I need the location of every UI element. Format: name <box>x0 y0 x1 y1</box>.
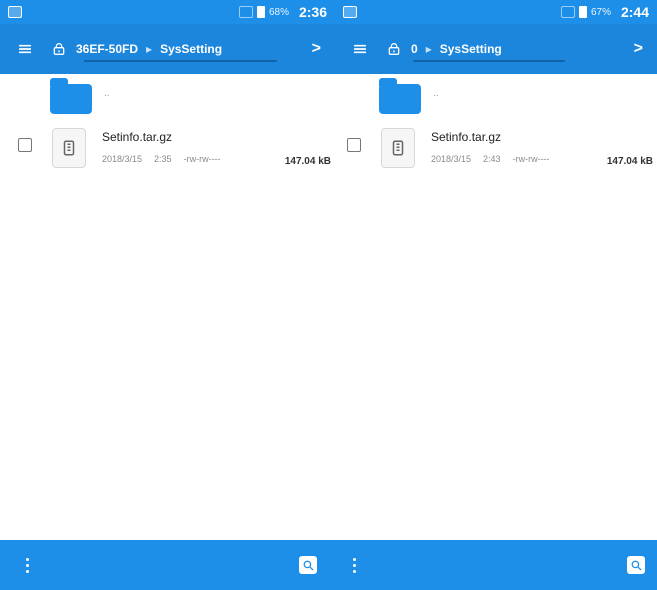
lock-icon[interactable] <box>42 41 76 57</box>
file-size: 147.04 kB <box>284 156 331 167</box>
battery-icon <box>256 6 265 18</box>
file-list: .. Setinfo.tar.gz 2018/3/15 2:35 -rw-rw-… <box>0 74 335 540</box>
top-toolbar: 36EF-50FD ▸ SysSetting > <box>0 24 335 74</box>
top-toolbar: 0 ▸ SysSetting > <box>335 24 657 74</box>
breadcrumb-current[interactable]: SysSetting <box>440 42 502 56</box>
notification-icon <box>8 6 22 18</box>
select-checkbox[interactable] <box>347 138 361 152</box>
battery-percent: 68% <box>268 6 289 18</box>
folder-icon[interactable] <box>50 78 92 114</box>
breadcrumb[interactable]: 36EF-50FD ▸ SysSetting <box>76 42 222 56</box>
file-list: .. Setinfo.tar.gz 2018/3/15 2:43 -rw-rw-… <box>335 74 657 540</box>
parent-folder-label[interactable]: .. <box>433 88 439 99</box>
list-item[interactable]: Setinfo.tar.gz 2018/3/15 2:35 -rw-rw----… <box>18 128 335 174</box>
more-options-icon[interactable] <box>353 557 356 573</box>
file-date: 2018/3/15 <box>431 154 472 164</box>
status-time: 2:44 <box>620 4 649 20</box>
file-manager-pane-right: 67% 2:44 0 ▸ SysSetting > .. Setinfo.tar… <box>335 0 657 590</box>
folder-icon[interactable] <box>379 78 421 114</box>
menu-icon[interactable] <box>8 41 42 57</box>
battery-icon <box>578 6 587 18</box>
search-icon[interactable] <box>299 556 317 574</box>
file-meta: 2018/3/15 2:35 -rw-rw---- <box>102 154 221 164</box>
next-breadcrumb-button[interactable]: > <box>312 24 321 74</box>
breadcrumb-separator: ▸ <box>146 42 153 56</box>
parent-folder-label[interactable]: .. <box>104 88 110 99</box>
file-permissions: -rw-rw---- <box>512 154 550 164</box>
archive-file-icon <box>52 128 86 168</box>
status-bar: 67% 2:44 <box>335 0 657 24</box>
status-time: 2:36 <box>298 4 327 20</box>
breadcrumb-underline <box>84 60 277 62</box>
bottom-bar <box>0 540 335 590</box>
file-name[interactable]: Setinfo.tar.gz <box>102 130 172 144</box>
breadcrumb[interactable]: 0 ▸ SysSetting <box>411 42 502 56</box>
menu-icon[interactable] <box>343 41 377 57</box>
list-item[interactable]: Setinfo.tar.gz 2018/3/15 2:43 -rw-rw----… <box>347 128 657 174</box>
file-meta: 2018/3/15 2:43 -rw-rw---- <box>431 154 550 164</box>
file-size: 147.04 kB <box>606 156 653 167</box>
more-options-icon[interactable] <box>26 557 29 573</box>
breadcrumb-separator: ▸ <box>425 42 432 56</box>
breadcrumb-root[interactable]: 36EF-50FD <box>76 42 138 56</box>
select-checkbox[interactable] <box>18 138 32 152</box>
search-icon[interactable] <box>627 556 645 574</box>
notification-icon <box>343 6 357 18</box>
file-date: 2018/3/15 <box>102 154 143 164</box>
file-manager-pane-left: 68% 2:36 36EF-50FD ▸ SysSetting > .. Set… <box>0 0 335 590</box>
file-time: 2:35 <box>154 154 172 164</box>
lock-icon[interactable] <box>377 41 411 57</box>
file-permissions: -rw-rw---- <box>183 154 221 164</box>
status-bar: 68% 2:36 <box>0 0 335 24</box>
next-breadcrumb-button[interactable]: > <box>634 24 643 74</box>
bottom-bar <box>335 540 657 590</box>
file-time: 2:43 <box>483 154 501 164</box>
signal-icon <box>560 6 575 18</box>
breadcrumb-root[interactable]: 0 <box>411 42 418 56</box>
file-name[interactable]: Setinfo.tar.gz <box>431 130 501 144</box>
archive-file-icon <box>381 128 415 168</box>
signal-icon <box>238 6 253 18</box>
battery-percent: 67% <box>590 6 611 18</box>
breadcrumb-current[interactable]: SysSetting <box>160 42 222 56</box>
breadcrumb-underline <box>413 60 565 62</box>
